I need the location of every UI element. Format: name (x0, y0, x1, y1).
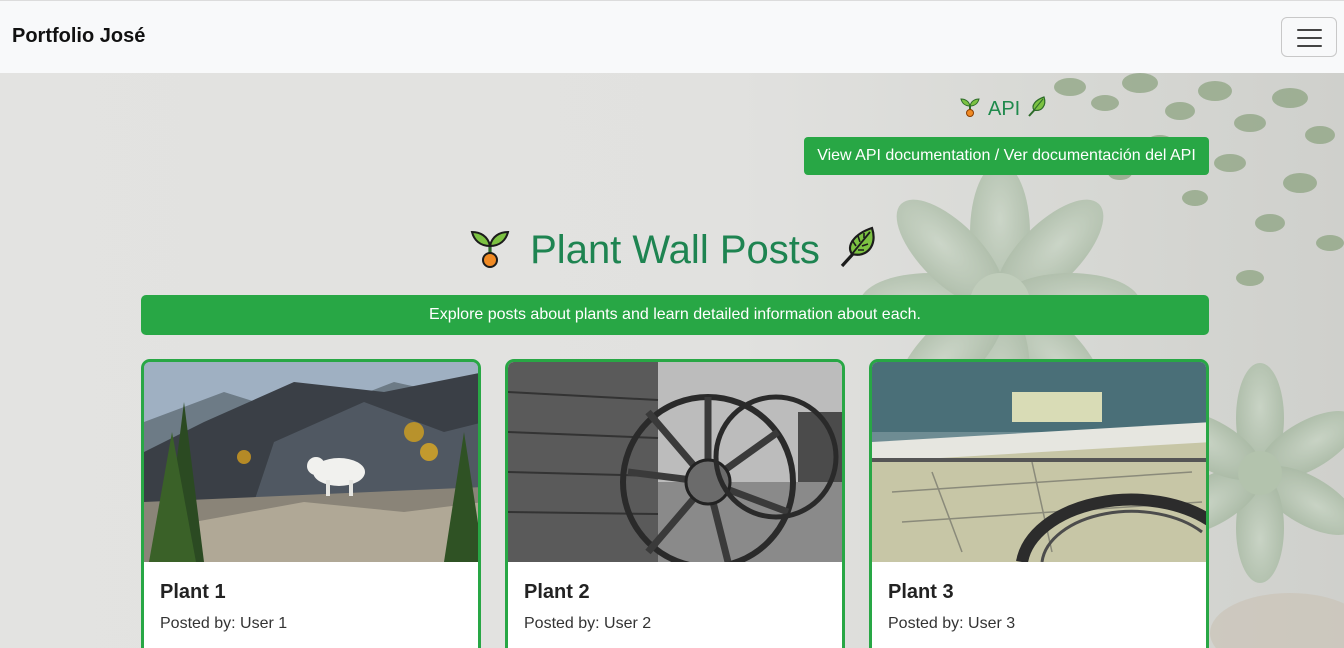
blueprint-desk-photo (872, 362, 1206, 562)
post-author: Posted by: User 3 (888, 615, 1016, 632)
mountain-goat-photo (144, 362, 478, 562)
navbar: Portfolio José (0, 0, 1344, 73)
post-author: Posted by: User 1 (160, 615, 288, 632)
post-card[interactable]: Plant 1 Posted by: User 1 (141, 359, 481, 648)
api-link[interactable]: API (958, 95, 1050, 123)
page-title: Plant Wall Posts (530, 227, 820, 272)
post-card[interactable]: Plant 3 Posted by: User 3 (869, 359, 1209, 648)
post-title: Plant 2 (524, 581, 590, 603)
seedling-icon (958, 94, 982, 124)
post-author: Posted by: User 2 (524, 615, 652, 632)
navbar-toggle-button[interactable] (1281, 17, 1337, 57)
navbar-brand[interactable]: Portfolio José (12, 25, 145, 48)
post-card[interactable]: Plant 2 Posted by: User 2 (505, 359, 845, 648)
leaf-icon (1026, 94, 1050, 124)
post-title: Plant 1 (160, 581, 226, 603)
wagon-wheel-photo (508, 362, 842, 562)
view-api-documentation-button[interactable]: View API documentation / Ver documentaci… (804, 137, 1209, 175)
post-title: Plant 3 (888, 581, 954, 603)
leaf-icon (836, 222, 884, 275)
api-link-label: API (988, 97, 1021, 120)
page-heading: Plant Wall Posts (140, 220, 1210, 276)
intro-banner: Explore posts about plants and learn det… (141, 295, 1209, 335)
seedling-icon (466, 222, 514, 275)
